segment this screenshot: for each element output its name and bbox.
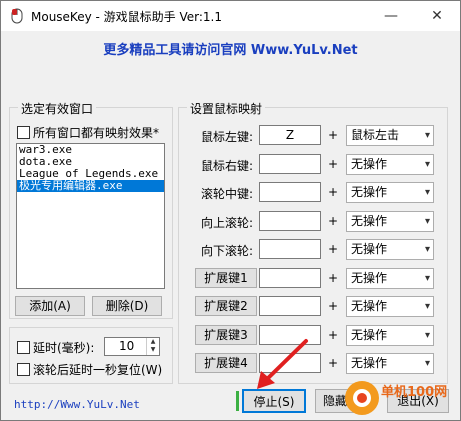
list-item[interactable]: war3.exe: [17, 144, 164, 156]
delay-checkbox[interactable]: 延时(毫秒):: [17, 339, 94, 356]
action-select[interactable]: 无操作 ▾: [346, 353, 434, 374]
action-select-value: 无操作: [351, 299, 388, 313]
action-select[interactable]: 无操作 ▾: [346, 325, 434, 346]
plus-sign: +: [328, 271, 339, 285]
chevron-down-icon[interactable]: ▾: [425, 183, 430, 202]
action-select[interactable]: 无操作 ▾: [346, 239, 434, 260]
action-select[interactable]: 无操作 ▾: [346, 296, 434, 317]
list-item[interactable]: 极光专用编辑器.exe: [17, 180, 164, 192]
mapping-row-label: 向上滚轮:: [200, 216, 254, 230]
action-select-value: 无操作: [351, 157, 388, 171]
list-item[interactable]: League of Legends.exe: [17, 168, 164, 180]
watermark-text: 单机100网: [381, 385, 448, 400]
extend-key-button-3[interactable]: 扩展键3: [195, 325, 257, 345]
reset-box[interactable]: [17, 363, 30, 376]
chevron-down-icon[interactable]: ▾: [425, 155, 430, 174]
key-input[interactable]: [259, 268, 321, 288]
extend-key-button-1[interactable]: 扩展键1: [195, 268, 257, 288]
key-input[interactable]: [259, 296, 321, 316]
reset-label: 滚轮后延时一秒复位(W): [33, 363, 163, 377]
chevron-down-icon[interactable]: ▾: [425, 212, 430, 231]
all-windows-box[interactable]: [17, 126, 30, 139]
valid-window-group-title: 选定有效窗口: [18, 100, 97, 117]
spin-arrows-icon[interactable]: ▲ ▼: [146, 338, 159, 355]
watermark-logo: 单机100网: [319, 379, 459, 417]
minimize-button[interactable]: —: [368, 1, 414, 31]
plus-sign: +: [328, 242, 339, 256]
action-select[interactable]: 无操作 ▾: [346, 154, 434, 175]
key-input[interactable]: [259, 211, 321, 231]
add-button[interactable]: 添加(A): [15, 296, 85, 316]
delay-box[interactable]: [17, 341, 30, 354]
plus-sign: +: [328, 328, 339, 342]
delay-spinbox[interactable]: 10 ▲ ▼: [104, 337, 160, 356]
list-item[interactable]: dota.exe: [17, 156, 164, 168]
key-input[interactable]: [259, 239, 321, 259]
key-input[interactable]: Z: [259, 125, 321, 145]
extend-key-button-2[interactable]: 扩展键2: [195, 296, 257, 316]
website-link[interactable]: http://Www.YuLv.Net: [14, 398, 140, 411]
plus-sign: +: [328, 299, 339, 313]
website-banner[interactable]: 更多精品工具请访问官网 Www.YuLv.Net: [1, 39, 460, 58]
plus-sign: +: [328, 185, 339, 199]
all-windows-label: 所有窗口都有映射效果*: [33, 126, 160, 140]
chevron-down-icon[interactable]: ▾: [425, 240, 430, 259]
action-select[interactable]: 无操作 ▾: [346, 182, 434, 203]
main-window: MouseKey - 游戏鼠标助手 Ver:1.1 — ✕ 更多精品工具请访问官…: [0, 0, 461, 421]
action-select[interactable]: 无操作 ▾: [346, 268, 434, 289]
reset-checkbox[interactable]: 滚轮后延时一秒复位(W): [17, 361, 162, 378]
mouse-app-icon: [11, 8, 23, 24]
mapping-row-label: 鼠标右键:: [200, 159, 254, 173]
title-bar[interactable]: MouseKey - 游戏鼠标助手 Ver:1.1 — ✕: [1, 1, 460, 31]
all-windows-checkbox[interactable]: 所有窗口都有映射效果*: [17, 124, 159, 141]
action-select[interactable]: 无操作 ▾: [346, 211, 434, 232]
action-select-value: 无操作: [351, 328, 388, 342]
extend-key-button-4[interactable]: 扩展键4: [195, 353, 257, 373]
action-select-value: 无操作: [351, 185, 388, 199]
mouse-mapping-group-title: 设置鼠标映射: [187, 100, 266, 117]
plus-sign: +: [328, 214, 339, 228]
close-button[interactable]: ✕: [414, 1, 460, 31]
key-input[interactable]: [259, 182, 321, 202]
action-select[interactable]: 鼠标左击 ▾: [346, 125, 434, 146]
action-select-value: 鼠标左击: [351, 128, 400, 142]
watermark-circle-icon: [345, 381, 379, 415]
action-select-value: 无操作: [351, 242, 388, 256]
delay-value[interactable]: 10: [119, 339, 134, 353]
delete-button[interactable]: 删除(D): [92, 296, 162, 316]
window-title: MouseKey - 游戏鼠标助手 Ver:1.1: [31, 10, 222, 24]
mapping-row-label: 向下滚轮:: [200, 244, 254, 258]
chevron-down-icon[interactable]: ▾: [425, 354, 430, 373]
focus-indicator: [236, 391, 239, 411]
mapping-row-label: 滚轮中键:: [200, 187, 254, 201]
action-select-value: 无操作: [351, 214, 388, 228]
action-select-value: 无操作: [351, 271, 388, 285]
window-listbox[interactable]: war3.exe dota.exe League of Legends.exe 极光专…: [16, 143, 165, 289]
chevron-down-icon[interactable]: ▾: [425, 126, 430, 145]
plus-sign: +: [328, 128, 339, 142]
chevron-down-icon[interactable]: ▾: [425, 326, 430, 345]
red-arrow-annotation: [257, 339, 308, 389]
plus-sign: +: [328, 356, 339, 370]
plus-sign: +: [328, 157, 339, 171]
mapping-row-label: 鼠标左键:: [200, 130, 254, 144]
delay-label: 延时(毫秒):: [33, 341, 95, 355]
action-select-value: 无操作: [351, 356, 388, 370]
key-input[interactable]: [259, 154, 321, 174]
chevron-down-icon[interactable]: ▾: [425, 297, 430, 316]
chevron-down-icon[interactable]: ▾: [425, 269, 430, 288]
